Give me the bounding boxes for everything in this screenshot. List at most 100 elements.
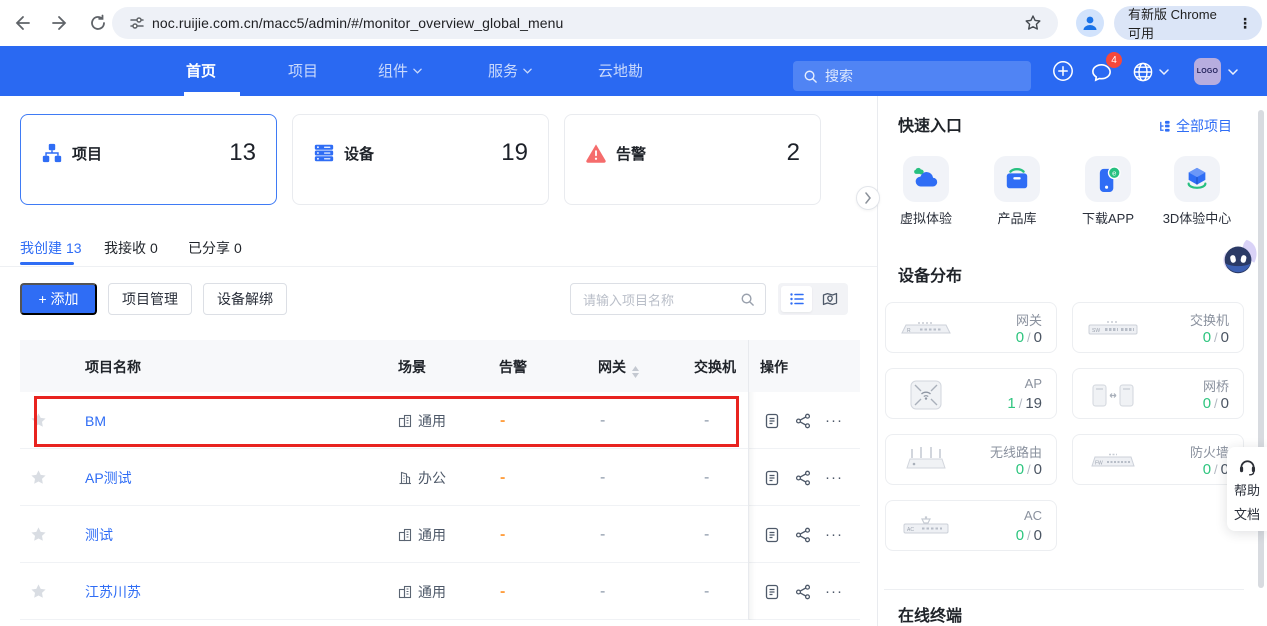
add-project-button[interactable]: + 添加	[20, 283, 97, 315]
sort-icon[interactable]	[632, 366, 639, 378]
table-row[interactable]: BM 通用 - - - ···	[20, 392, 860, 449]
tab-created-count: 13	[66, 240, 82, 256]
language-globe-icon[interactable]	[1132, 61, 1154, 83]
switch-cell: -	[704, 563, 709, 620]
download-app-icon: e	[1096, 166, 1121, 193]
detail-icon[interactable]	[761, 524, 783, 546]
project-table: BM 通用 - - - ··· AP测试	[20, 392, 860, 620]
device-card-bridge[interactable]: 网桥 0/0	[1072, 368, 1244, 419]
quick-product-library[interactable]	[994, 156, 1040, 202]
nav-item-components[interactable]: 组件	[378, 60, 422, 81]
table-row[interactable]: 江苏川苏 通用 - - - ···	[20, 563, 860, 620]
project-search-input[interactable]: 请输入项目名称	[570, 283, 766, 315]
cube-3d-icon	[1184, 166, 1210, 192]
device-card-gateway[interactable]: R 网关 0/0	[885, 302, 1057, 353]
stat-card-alarms[interactable]: 告警 2	[564, 114, 821, 205]
search-icon[interactable]	[740, 292, 755, 307]
browser-profile-avatar[interactable]	[1076, 9, 1104, 37]
device-card-switch[interactable]: SW 交换机 0/0	[1072, 302, 1244, 353]
share-icon[interactable]	[792, 524, 814, 546]
more-actions-icon[interactable]: ···	[823, 581, 845, 603]
chrome-update-chip[interactable]: 有新版 Chrome 可用 ⋮	[1114, 6, 1262, 40]
ap-label: AP	[1025, 376, 1042, 391]
ap-device-image	[898, 379, 954, 411]
office-scene-icon	[398, 471, 412, 485]
more-actions-icon[interactable]: ···	[823, 524, 845, 546]
tab-shared[interactable]: 已分享0	[188, 238, 242, 258]
detail-icon[interactable]	[761, 581, 783, 603]
gateway-count: 0/0	[1016, 329, 1042, 346]
nav-item-services[interactable]: 服务	[488, 60, 532, 81]
map-view-button[interactable]	[814, 286, 845, 312]
browser-menu-icon[interactable]: ⋮	[1238, 21, 1252, 26]
global-search-placeholder: 搜索	[825, 66, 853, 86]
quick-3d-center[interactable]	[1174, 156, 1220, 202]
device-card-wireless-router[interactable]: 无线路由 0/0	[885, 434, 1057, 485]
alarm-cell: -	[500, 506, 505, 563]
share-icon[interactable]	[792, 410, 814, 432]
project-manage-button[interactable]: 项目管理	[108, 283, 192, 315]
device-card-ap[interactable]: AP 1/19	[885, 368, 1057, 419]
tabs-divider	[0, 266, 877, 267]
favorite-star-icon[interactable]	[30, 392, 47, 449]
account-avatar[interactable]: LOGO	[1194, 58, 1221, 85]
project-name-link[interactable]: BM	[85, 392, 106, 449]
firewall-count: 0/0	[1203, 461, 1229, 478]
table-row[interactable]: 测试 通用 - - - ···	[20, 506, 860, 563]
browser-reload-icon[interactable]	[88, 13, 108, 33]
device-card-ac[interactable]: AC AC 0/0	[885, 500, 1057, 551]
browser-back-icon[interactable]	[12, 13, 32, 33]
device-unbind-button[interactable]: 设备解绑	[203, 283, 287, 315]
more-actions-icon[interactable]: ···	[823, 410, 845, 432]
favorite-star-icon[interactable]	[30, 563, 47, 620]
chevron-down-icon[interactable]	[1228, 69, 1238, 75]
wireless-router-count: 0/0	[1016, 461, 1042, 478]
scene-label: 通用	[418, 411, 446, 431]
view-toggle-group	[778, 283, 848, 315]
favorite-star-icon[interactable]	[30, 449, 47, 506]
project-name-link[interactable]: 测试	[85, 506, 113, 563]
url-text[interactable]: noc.ruijie.com.cn/macc5/admin/#/monitor_…	[152, 15, 563, 31]
col-switch: 交换机	[694, 357, 736, 377]
all-projects-link[interactable]: 全部项目	[1158, 116, 1232, 136]
quick-virtual-experience[interactable]	[903, 156, 949, 202]
scene-label: 通用	[418, 582, 446, 602]
tab-created-by-me[interactable]: 我创建13	[20, 238, 82, 258]
nav-item-home[interactable]: 首页	[186, 60, 216, 81]
scene-cell: 办公	[398, 449, 446, 506]
favorite-star-icon[interactable]	[30, 506, 47, 563]
share-icon[interactable]	[792, 581, 814, 603]
project-name-link[interactable]: AP测试	[85, 449, 132, 506]
assistant-robot-icon[interactable]	[1218, 238, 1260, 278]
global-search-input[interactable]: 搜索	[793, 61, 1031, 91]
create-plus-icon[interactable]	[1052, 60, 1074, 82]
nav-item-projects[interactable]: 项目	[288, 60, 318, 81]
person-icon	[1080, 13, 1100, 33]
browser-forward-icon[interactable]	[50, 13, 70, 33]
stat-card-devices[interactable]: 设备 19	[292, 114, 549, 205]
tab-received[interactable]: 我接收0	[104, 238, 158, 258]
nav-item-cloud-survey[interactable]: 云地勘	[598, 60, 643, 81]
detail-icon[interactable]	[761, 410, 783, 432]
stat-card-projects[interactable]: 项目 13	[20, 114, 277, 205]
col-scene: 场景	[398, 357, 426, 377]
svg-text:SW: SW	[1092, 328, 1100, 334]
list-view-button[interactable]	[781, 286, 812, 312]
detail-icon[interactable]	[761, 467, 783, 489]
col-gateway[interactable]: 网关	[598, 357, 639, 378]
chevron-down-icon[interactable]	[1159, 69, 1169, 75]
help-docs-widget[interactable]: 帮助 文档	[1227, 447, 1267, 531]
device-card-firewall[interactable]: FW 防火墙 0/0	[1072, 434, 1244, 485]
bookmark-star-icon[interactable]	[1024, 14, 1042, 32]
site-settings-icon[interactable]	[129, 15, 145, 31]
row-actions: ···	[748, 449, 860, 506]
collapse-panel-button[interactable]	[856, 186, 880, 210]
quick-download-app[interactable]: e	[1085, 156, 1131, 202]
project-name-link[interactable]: 江苏川苏	[85, 563, 141, 620]
active-tab-underline	[20, 262, 74, 265]
share-icon[interactable]	[792, 467, 814, 489]
table-header: 项目名称 场景 告警 网关 交换机 操作	[20, 340, 860, 392]
table-row[interactable]: AP测试 办公 - - - ···	[20, 449, 860, 506]
more-actions-icon[interactable]: ···	[823, 467, 845, 489]
stat-alarms-value: 2	[787, 139, 800, 167]
